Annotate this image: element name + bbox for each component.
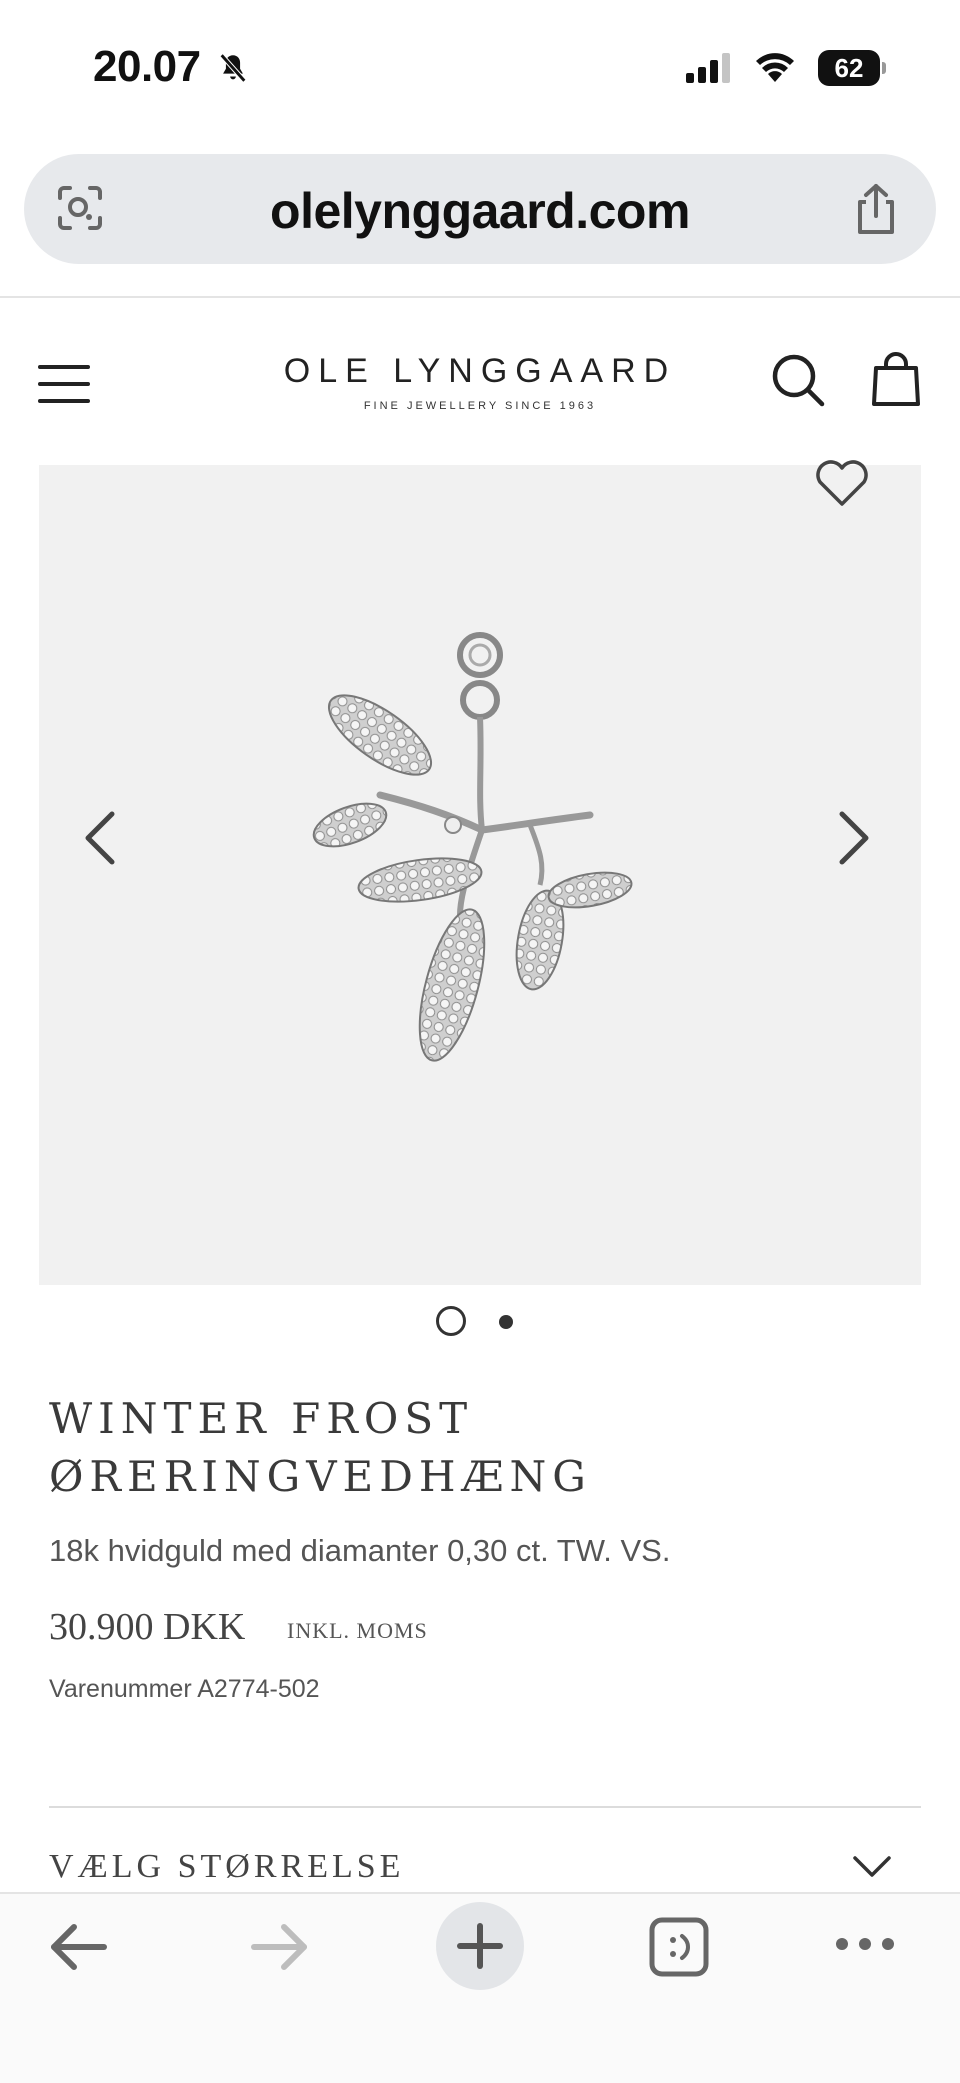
status-indicators: 62: [686, 50, 886, 86]
bell-muted-icon: [220, 53, 247, 83]
search-icon[interactable]: [770, 352, 826, 413]
product-title-line2: ØRERINGVEDHÆNG: [49, 1452, 592, 1501]
product-price: 30.900 DKK: [49, 1606, 246, 1648]
browser-divider: [0, 296, 960, 298]
chevron-right-icon[interactable]: [838, 810, 872, 871]
size-selector[interactable]: VÆLG STØRRELSE: [49, 1848, 404, 1886]
wifi-icon: [756, 53, 794, 82]
product-title-line1: WINTER FROST: [49, 1394, 474, 1443]
url-bar[interactable]: olelynggaard.com: [24, 154, 936, 264]
battery-level: 62: [834, 52, 864, 83]
product-title: WINTER FROST ØRERINGVEDHÆNG: [49, 1390, 592, 1506]
product-description: 18k hvidguld med diamanter 0,30 ct. TW. …: [49, 1533, 671, 1568]
vat-note: INKL. MOMS: [287, 1618, 428, 1643]
chevron-down-icon[interactable]: [852, 1855, 892, 1884]
tabs-icon[interactable]: [648, 1916, 710, 1983]
url-text[interactable]: olelynggaard.com: [24, 182, 936, 240]
section-divider: [49, 1806, 921, 1808]
back-arrow-icon[interactable]: [48, 1922, 108, 1977]
status-time: 20.07: [93, 42, 250, 92]
new-tab-button[interactable]: [436, 1902, 524, 1990]
gallery-dot-active[interactable]: [436, 1306, 466, 1336]
chevron-left-icon[interactable]: [82, 810, 116, 871]
share-icon[interactable]: [852, 182, 900, 241]
heart-icon[interactable]: [812, 460, 872, 513]
forward-arrow-icon[interactable]: [250, 1922, 310, 1977]
earring-jewel-image: [300, 615, 660, 1080]
bag-icon[interactable]: [870, 352, 922, 413]
plus-icon: [457, 1923, 503, 1969]
battery-icon: 62: [818, 50, 886, 86]
gallery-dot[interactable]: [499, 1315, 513, 1329]
more-icon[interactable]: [834, 1934, 896, 1959]
product-sku: Varenummer A2774-502: [49, 1675, 320, 1703]
signal-icon: [686, 53, 730, 83]
